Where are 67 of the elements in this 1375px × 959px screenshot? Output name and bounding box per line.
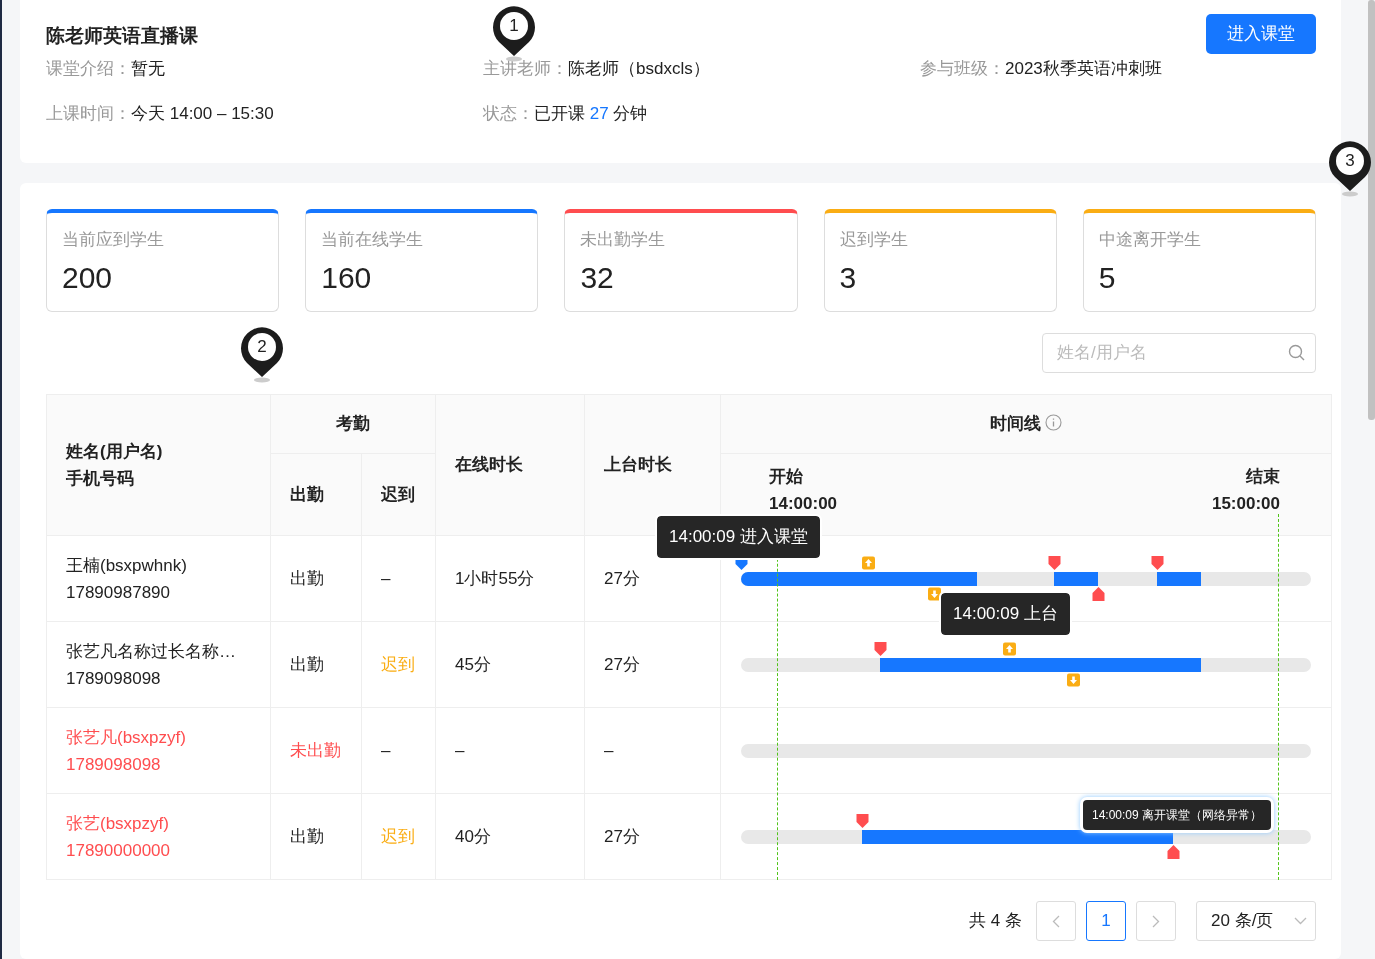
stat-label: 当前在线学生 [321,229,425,251]
enter-classroom-button[interactable]: 进入课堂 [1206,14,1316,54]
course-title: 陈老师英语直播课 [46,24,198,48]
column-header: 15:00:00 [1211,492,1280,515]
stat-value: 32 [580,260,615,294]
column-header: 在线时长 [435,394,585,536]
step-number: 1 [508,15,520,37]
student-name: 张艺凡名称过长名称… [66,640,237,663]
step-number: 2 [256,336,268,358]
column-header: 手机号码 [66,468,135,490]
phone-number: 1789098098 [66,667,162,690]
table-cell: 未出勤 [270,707,362,794]
column-header: 考勤 [270,394,436,454]
page-button[interactable]: 1 [1086,901,1126,941]
table-cell: 1小时55分 [435,535,585,622]
stat-value: 3 [839,260,858,294]
stat-value: 160 [321,260,373,294]
tooltip: 14:00:09 上台 [941,593,1070,635]
column-header: 14:00:00 [769,492,838,515]
field-label: 状态： [483,103,534,123]
table-cell: 出勤 [270,793,362,880]
field-label: 主讲老师： [483,59,568,78]
field-label: 课堂介绍： [46,59,131,78]
stat-value: 5 [1098,260,1117,294]
search-field[interactable]: 姓名/用户名 [1042,333,1316,373]
table-cell: – [435,707,585,794]
column-header: 结束 [1245,465,1280,488]
table-cell: 迟到 [361,793,436,880]
table-cell: 出勤 [270,535,362,622]
tooltip: 14:00:09 进入课堂 [657,516,820,558]
stat-label: 当前应到学生 [62,229,165,251]
tooltip: 14:00:09 离开课堂（网络异常） [1083,800,1272,830]
phone-number: 17890000000 [66,839,171,862]
column-header: 姓名(用户名) [66,441,164,463]
student-name: 王楠(bsxpwhnk) [66,554,188,577]
page-size-value: 20 条/页 [1211,910,1274,933]
field-label: 参与班级： [920,59,1005,78]
table-cell: 27分 [584,793,721,880]
column-header: 时间线 [990,414,1041,434]
step-number: 3 [1344,150,1356,172]
total-count: 共 4 条 [969,910,1022,933]
stat-value: 200 [62,260,114,294]
field-value: 2023秋季英语冲刺班 [1005,59,1162,78]
field-value: 陈老师（bsdxcls） [568,59,710,78]
table-cell: – [361,535,436,622]
column-header: 出勤 [270,453,362,536]
table-cell: 27分 [584,621,721,708]
table-cell: 40分 [435,793,585,880]
stat-label: 未出勤学生 [580,229,667,251]
field-value: 已开课 27 分钟 [534,103,648,123]
table-cell: 迟到 [361,621,436,708]
stat-label: 迟到学生 [839,229,909,251]
table-cell: – [584,707,721,794]
column-header: 开始 [769,465,804,488]
stat-label: 中途离开学生 [1098,229,1202,251]
field-value: 暂无 [131,59,165,78]
phone-number: 1789098098 [66,753,162,776]
column-header: 迟到 [361,453,436,536]
field-label: 上课时间： [46,103,131,123]
field-value: 今天 14:00 – 15:30 [131,103,274,123]
phone-number: 17890987890 [66,581,171,604]
table-cell: 出勤 [270,621,362,708]
table-cell: 45分 [435,621,585,708]
table-cell: – [361,707,436,794]
student-name: 张艺(bsxpzyf) [66,812,170,835]
page-size-select[interactable]: 20 条/页 [1196,901,1316,941]
student-name: 张艺凡(bsxpzyf) [66,726,187,749]
